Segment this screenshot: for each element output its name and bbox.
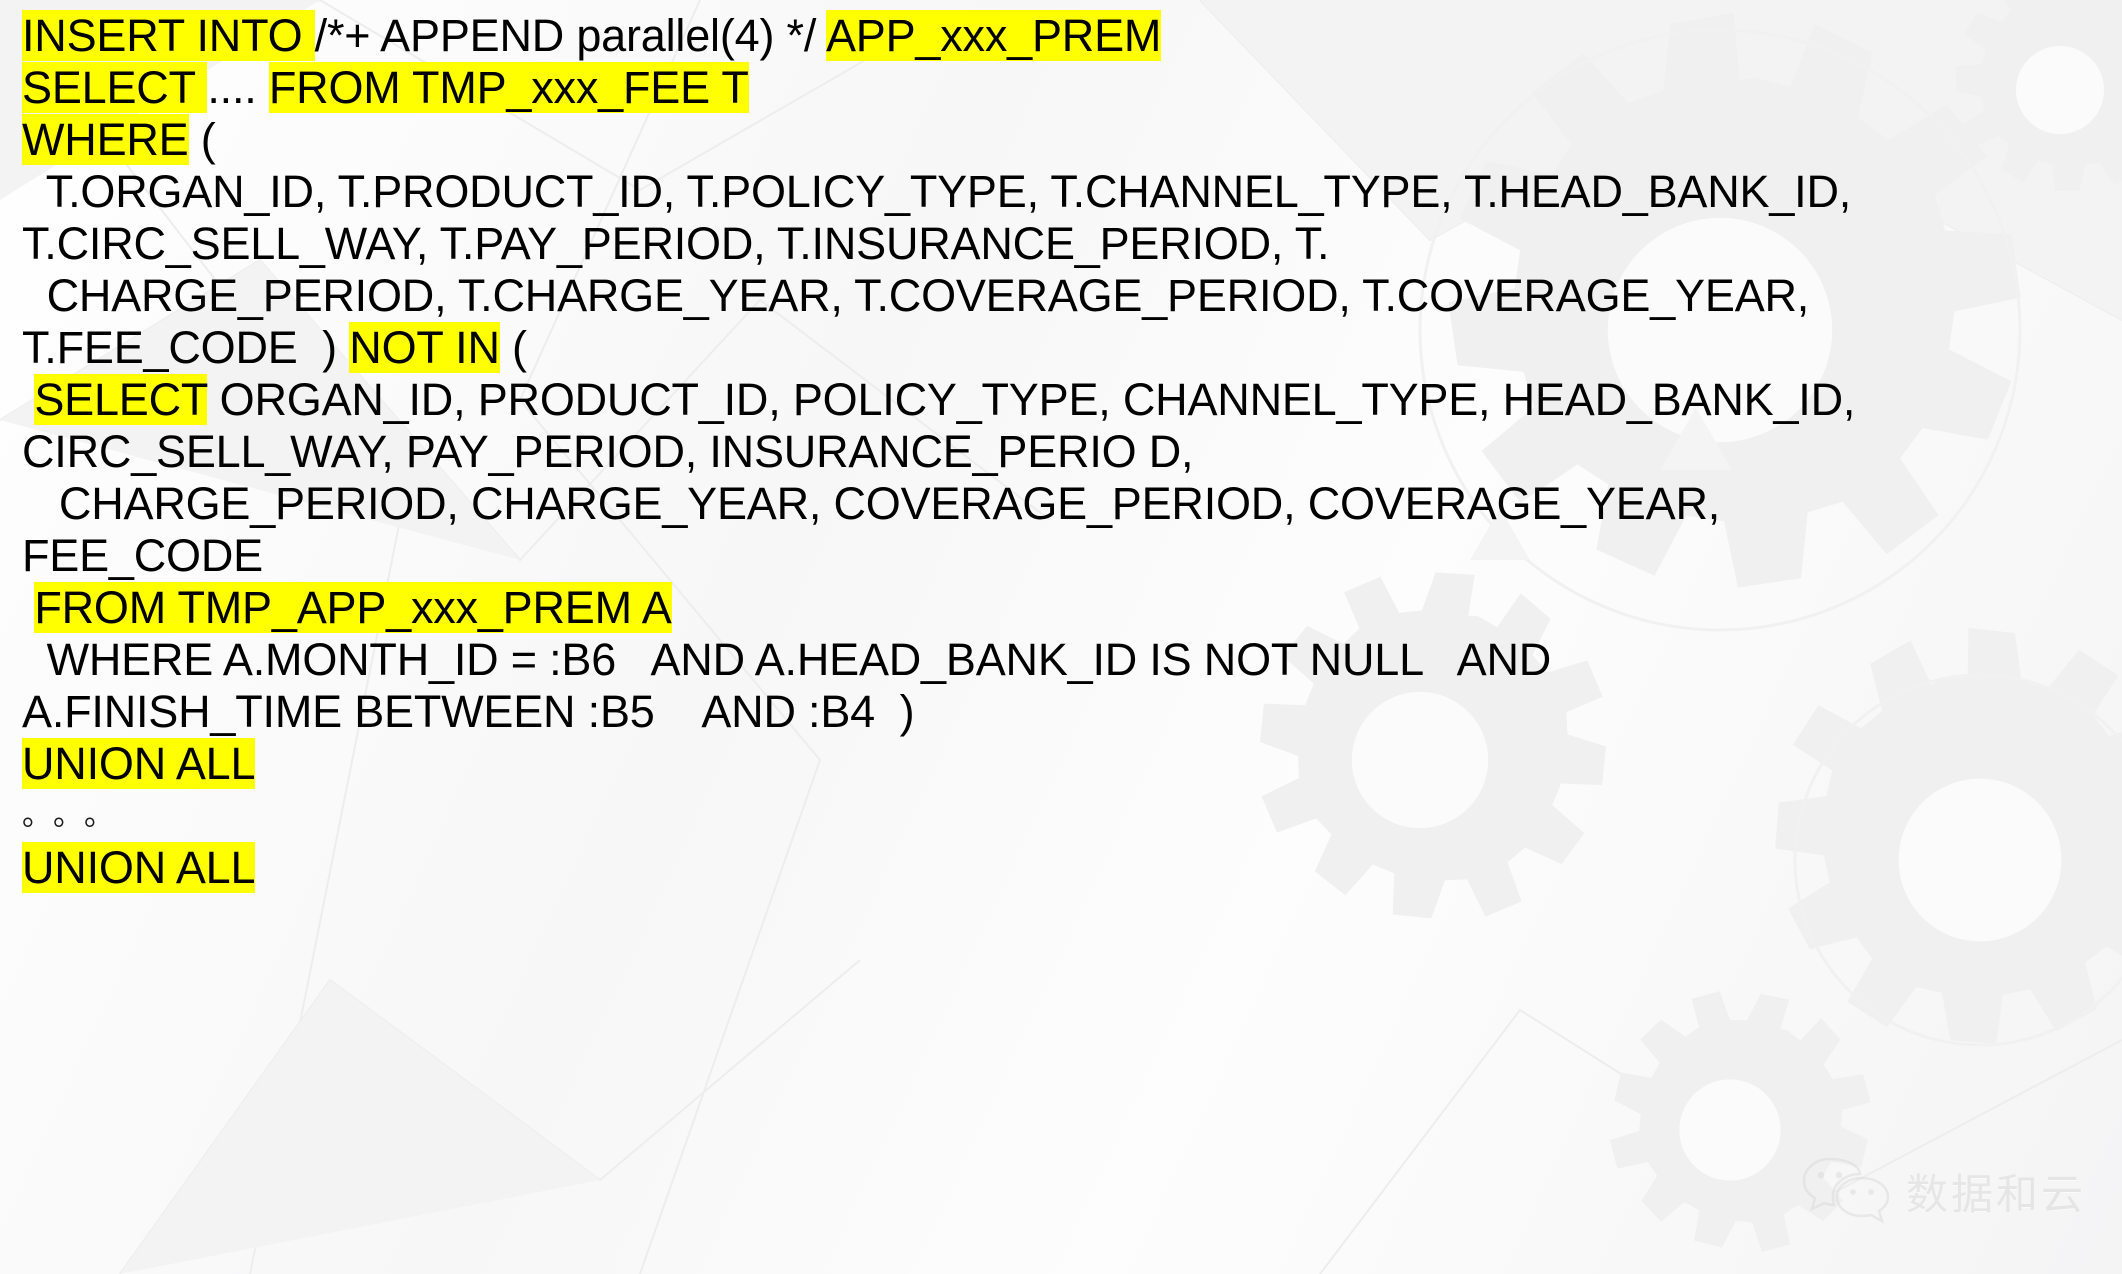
code-line: CIRC_SELL_WAY, PAY_PERIOD, INSURANCE_PER… [22, 426, 2122, 478]
wechat-watermark: 数据和云 [1800, 1153, 2086, 1230]
code-line: T.ORGAN_ID, T.PRODUCT_ID, T.POLICY_TYPE,… [22, 166, 2122, 218]
code-line: CHARGE_PERIOD, CHARGE_YEAR, COVERAGE_PER… [22, 478, 2122, 530]
code-segment-highlighted: SELECT [22, 62, 208, 113]
code-segment-highlighted: FROM TMP_xxx_FEE T [268, 62, 749, 113]
code-segment: T.FEE_CODE ) [22, 322, 350, 373]
code-segment-highlighted: APP_xxx_PREM [825, 10, 1162, 61]
code-line: FROM TMP_APP_xxx_PREM A [22, 582, 2122, 634]
code-segment: CHARGE_PERIOD, CHARGE_YEAR, COVERAGE_PER… [22, 478, 1721, 529]
code-segment: ( [188, 114, 216, 165]
code-segment: ( [499, 322, 527, 373]
code-segment-highlighted: NOT IN [349, 322, 500, 373]
code-line: WHERE A.MONTH_ID = :B6 AND A.HEAD_BANK_I… [22, 634, 2122, 686]
wechat-icon-svg [1802, 1157, 1890, 1224]
code-segment: CIRC_SELL_WAY, PAY_PERIOD, INSURANCE_PER… [22, 426, 1194, 477]
code-segment-highlighted: WHERE [22, 114, 189, 165]
code-segment: FEE_CODE [22, 530, 263, 581]
code-line: SELECT .... FROM TMP_xxx_FEE T [22, 62, 2122, 114]
code-line: WHERE ( [22, 114, 2122, 166]
wechat-watermark-label: 数据和云 [1905, 1170, 2086, 1219]
code-segment-highlighted: SELECT [34, 374, 208, 425]
code-segment-highlighted: FROM TMP_APP_xxx_PREM A [34, 582, 672, 633]
code-line: A.FINISH_TIME BETWEEN :B5 AND :B4 ) [22, 686, 2122, 738]
code-segment: 。。。 [22, 799, 130, 832]
code-segment: ORGAN_ID, PRODUCT_ID, POLICY_TYPE, CHANN… [207, 374, 1856, 425]
code-line: FEE_CODE [22, 530, 2122, 582]
code-segment: A.FINISH_TIME BETWEEN :B5 AND :B4 ) [22, 686, 915, 737]
code-line: INSERT INTO /*+ APPEND parallel(4) */ AP… [22, 10, 2122, 62]
sql-code-block: INSERT INTO /*+ APPEND parallel(4) */ AP… [0, 0, 2122, 894]
code-segment: .... [207, 62, 269, 113]
code-segment: T.ORGAN_ID, T.PRODUCT_ID, T.POLICY_TYPE,… [22, 166, 1852, 217]
code-segment-highlighted: UNION ALL [22, 738, 256, 789]
code-segment: T.CIRC_SELL_WAY, T.PAY_PERIOD, T.INSURAN… [22, 218, 1330, 269]
code-line: UNION ALL [22, 842, 2122, 894]
code-line: 。。。 [22, 790, 2122, 842]
code-line: UNION ALL [22, 738, 2122, 790]
code-segment: /*+ APPEND parallel(4) */ [314, 10, 826, 61]
slide-canvas: INSERT INTO /*+ APPEND parallel(4) */ AP… [0, 0, 2122, 1274]
code-segment: CHARGE_PERIOD, T.CHARGE_YEAR, T.COVERAGE… [22, 270, 1810, 321]
wechat-icon [1800, 1153, 1892, 1230]
code-line: T.FEE_CODE ) NOT IN ( [22, 322, 2122, 374]
code-line: CHARGE_PERIOD, T.CHARGE_YEAR, T.COVERAGE… [22, 270, 2122, 322]
code-segment-highlighted: UNION ALL [22, 842, 256, 893]
code-segment: WHERE A.MONTH_ID = :B6 AND A.HEAD_BANK_I… [22, 634, 1552, 685]
code-line: T.CIRC_SELL_WAY, T.PAY_PERIOD, T.INSURAN… [22, 218, 2122, 270]
code-line: SELECT ORGAN_ID, PRODUCT_ID, POLICY_TYPE… [22, 374, 2122, 426]
code-segment-highlighted: INSERT INTO [22, 10, 315, 61]
